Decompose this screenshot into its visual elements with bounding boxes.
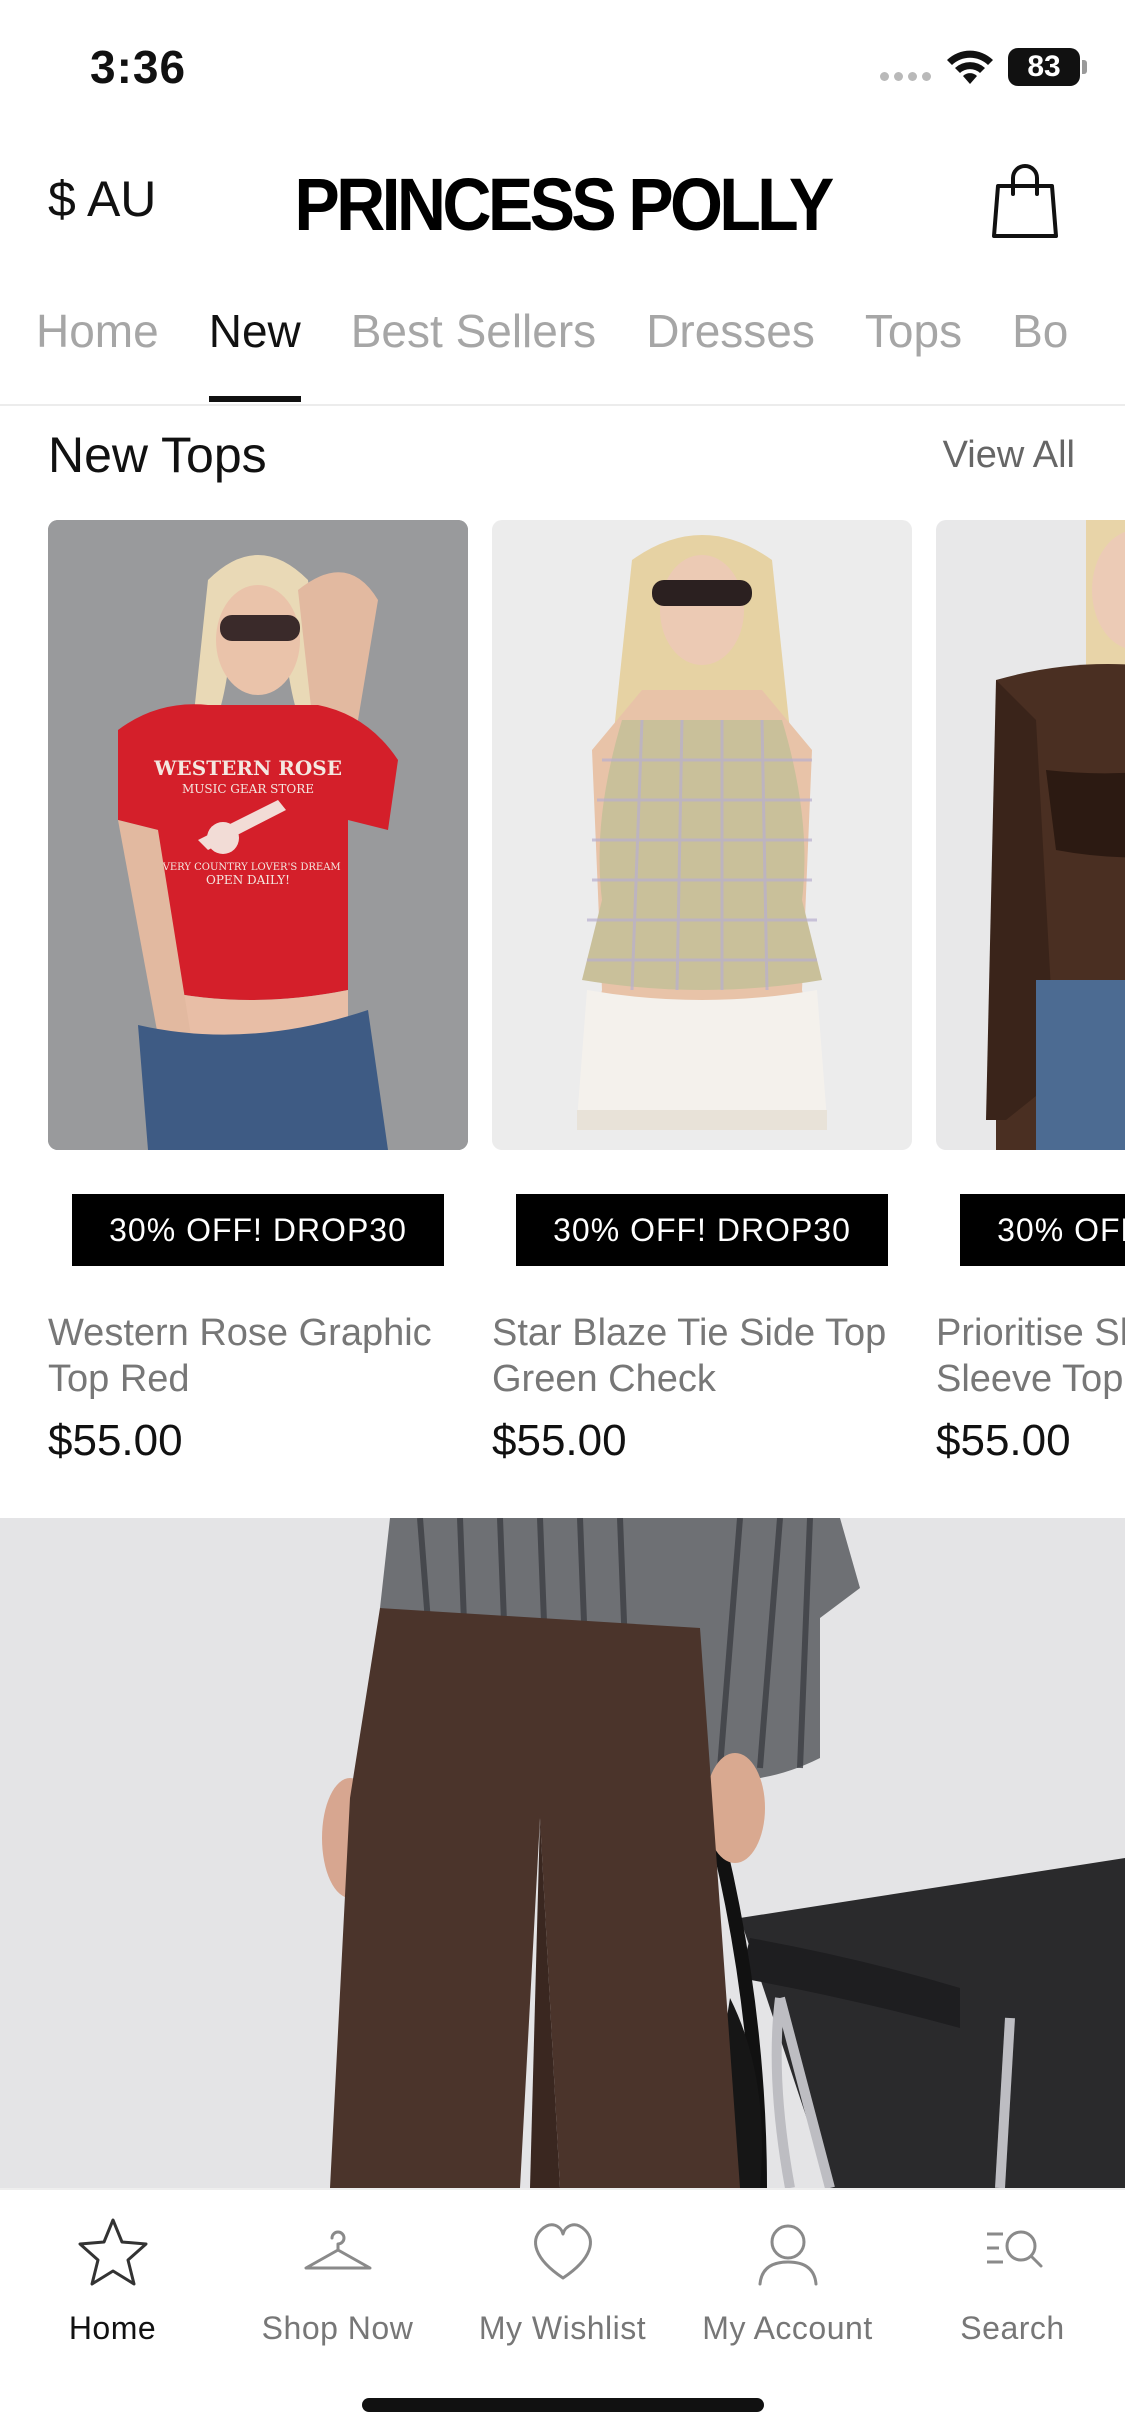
product-name[interactable]: Star Blaze Tie Side Top Green Check <box>492 1310 932 1402</box>
product-card[interactable]: 30% OFF! DROP30 Star Blaze Tie Side Top … <box>492 520 912 1480</box>
product-name[interactable]: Western Rose Graphic Top Red <box>48 1310 488 1402</box>
signal-icon <box>880 72 932 84</box>
product-card[interactable]: 30% OFF! DROP30 Prioritise Sheer Long Sl… <box>936 520 1125 1480</box>
product-carousel[interactable]: WESTERN ROSE MUSIC GEAR STORE EVERY COUN… <box>0 520 1125 1480</box>
tab-best-sellers[interactable]: Best Sellers <box>351 304 596 404</box>
tabbar-home[interactable]: Home <box>0 2212 225 2347</box>
tee-print-footer: OPEN DAILY! <box>206 873 290 887</box>
product-name[interactable]: Prioritise Sheer Long Sleeve Top <box>936 1310 1125 1402</box>
tabbar-wishlist[interactable]: My Wishlist <box>450 2212 675 2347</box>
promo-badge: 30% OFF! DROP30 <box>72 1194 444 1266</box>
product-image[interactable] <box>936 520 1125 1150</box>
battery-cap <box>1082 60 1087 74</box>
tee-print-title: WESTERN ROSE <box>153 756 342 780</box>
search-icon <box>986 2230 1042 2268</box>
tee-print-tagline: EVERY COUNTRY LOVER'S DREAM <box>155 862 340 873</box>
tabbar-label: My Wishlist <box>478 2310 647 2346</box>
promo-badge: 30% OFF! DROP30 <box>960 1194 1125 1266</box>
user-icon <box>758 2224 817 2286</box>
tab-tops[interactable]: Tops <box>865 304 962 404</box>
tabbar-label: Home <box>68 2310 157 2346</box>
product-image[interactable]: WESTERN ROSE MUSIC GEAR STORE EVERY COUN… <box>48 520 468 1150</box>
category-nav: Home New Best Sellers Dresses Tops Bo <box>0 290 1125 406</box>
status-time: 3:36 <box>90 41 187 93</box>
shopping-bag-icon[interactable] <box>990 160 1060 240</box>
brand-logo[interactable]: PRINCESS POLLY <box>45 162 1080 247</box>
tee-print-subtitle: MUSIC GEAR STORE <box>182 782 314 796</box>
view-all-link[interactable]: View All <box>943 434 1075 477</box>
tabbar-label: My Account <box>702 2310 873 2346</box>
tabbar-label: Search <box>960 2310 1065 2346</box>
product-price: $55.00 <box>492 1416 627 1465</box>
nav-fade <box>1065 290 1125 400</box>
product-price: $55.00 <box>48 1416 183 1465</box>
heart-icon <box>533 2223 592 2280</box>
tab-home[interactable]: Home <box>36 304 159 404</box>
tabbar-shop-now[interactable]: Shop Now <box>225 2212 450 2347</box>
tab-bottoms[interactable]: Bo <box>1012 304 1068 404</box>
star-icon <box>78 2218 147 2286</box>
tabbar-search[interactable]: Search <box>900 2212 1125 2347</box>
home-indicator[interactable] <box>362 2398 764 2412</box>
tab-new[interactable]: New <box>208 304 301 404</box>
section-title: New Tops <box>48 427 267 483</box>
battery-icon: 83 <box>1008 48 1080 86</box>
promo-banner-image[interactable] <box>0 1518 1125 2188</box>
tabbar-label: Shop Now <box>261 2310 414 2346</box>
product-card[interactable]: WESTERN ROSE MUSIC GEAR STORE EVERY COUN… <box>48 520 468 1480</box>
status-bar: 3:36 83 <box>0 0 1125 140</box>
hanger-icon <box>304 2230 371 2270</box>
wifi-icon <box>947 50 993 84</box>
product-price: $55.00 <box>936 1416 1071 1465</box>
tab-dresses[interactable]: Dresses <box>646 304 815 404</box>
promo-badge: 30% OFF! DROP30 <box>516 1194 888 1266</box>
product-image[interactable] <box>492 520 912 1150</box>
tabbar-account[interactable]: My Account <box>675 2212 900 2347</box>
app-header: $ AU PRINCESS POLLY <box>0 140 1125 270</box>
